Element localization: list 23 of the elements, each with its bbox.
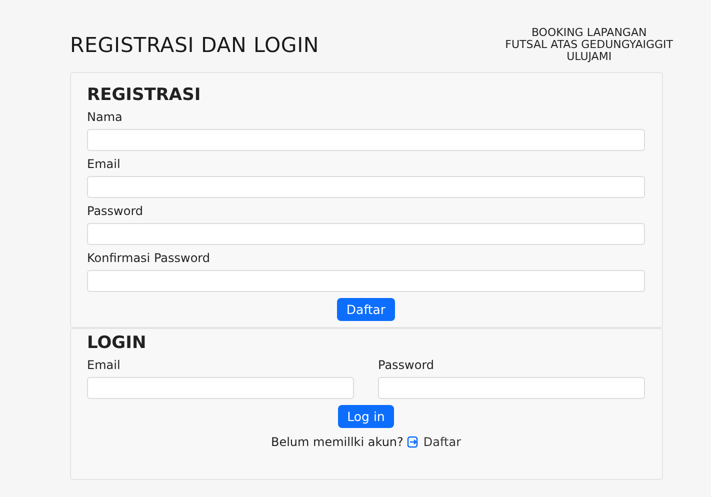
field-label: Nama (87, 110, 124, 124)
site-subtitle-line: FUTSAL ATAS GEDUNGYAIGGIT (505, 39, 673, 51)
field-label: Password (87, 204, 144, 218)
login-button[interactable]: Log in (338, 405, 394, 428)
field-label: Konfirmasi Password (87, 251, 211, 265)
signup-link[interactable]: Daftar (423, 435, 462, 449)
input-field[interactable] (378, 377, 645, 399)
page-title: REGISTRASI DAN LOGIN (70, 33, 320, 57)
site-subtitle-line: ULUJAMI (566, 51, 613, 63)
signup-prompt: Belum memillki akun? (270, 435, 404, 449)
input-field[interactable] (87, 270, 645, 292)
field-label: Password (378, 358, 436, 372)
field-label: Email (87, 358, 122, 372)
register-button[interactable]: Daftar (337, 298, 395, 321)
field-label: Email (87, 157, 122, 171)
input-field[interactable] (87, 176, 645, 198)
sign-in-icon (407, 436, 420, 448)
section-heading: REGISTRASI (87, 85, 202, 105)
input-field[interactable] (87, 223, 645, 245)
input-field[interactable] (87, 377, 354, 399)
site-subtitle-line: BOOKING LAPANGAN (530, 27, 648, 39)
section-heading: LOGIN (87, 333, 148, 353)
input-field[interactable] (87, 129, 645, 151)
